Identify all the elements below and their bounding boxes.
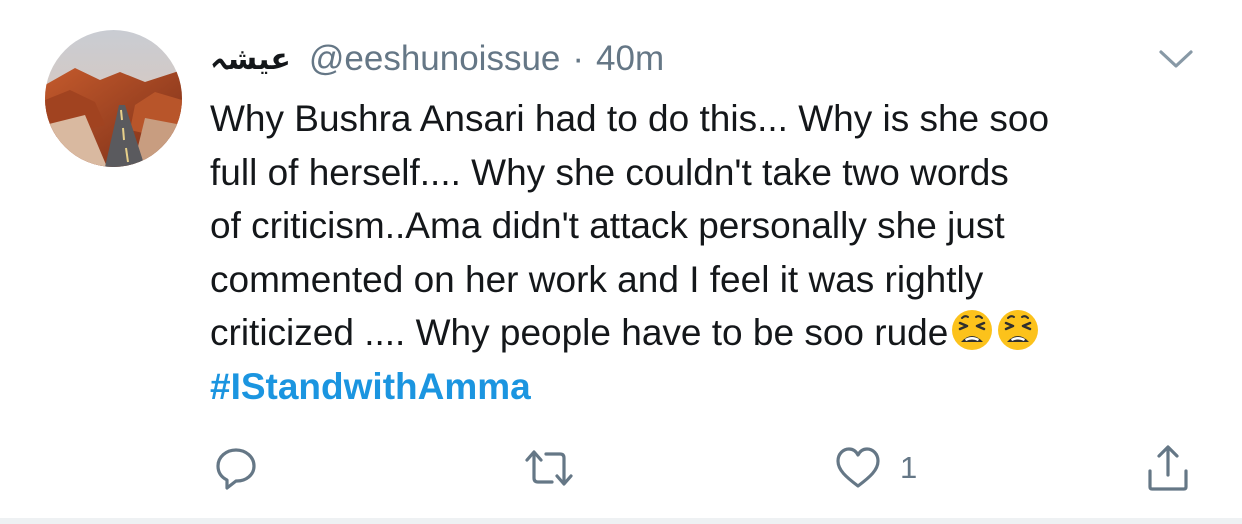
tweet-text-line: of criticism..Ama didn't attack personal… (210, 205, 1005, 246)
weary-face-emoji (952, 310, 993, 350)
weary-face-emoji (998, 310, 1039, 350)
hashtag-link[interactable]: #IStandwithAmma (210, 360, 1210, 414)
chevron-down-icon[interactable] (1156, 46, 1196, 72)
user-handle[interactable]: @eeshunoissue (309, 39, 561, 79)
separator-dot: · (572, 39, 585, 78)
like-button[interactable]: 1 (834, 440, 917, 496)
display-name[interactable]: عیشہ (210, 42, 291, 77)
tweet-text: Why Bushra Ansari had to do this... Why … (210, 92, 1210, 413)
reply-button[interactable] (212, 440, 260, 496)
tweet-text-line: full of herself.... Why she couldn't tak… (210, 151, 1009, 193)
tweet-header: عیشہ @eeshunoissue · 40m (210, 34, 664, 84)
tweet-actions: 1 (0, 440, 1242, 496)
tweet-text-line: Why Bushra Ansari had to do this... Why … (210, 98, 1050, 139)
like-count: 1 (900, 450, 918, 485)
avatar[interactable] (45, 30, 182, 167)
tweet-text-line: commented on her work and I feel it was … (210, 258, 984, 300)
tweet-text-line: criticized .... Why people have to be so… (210, 312, 949, 353)
tweet[interactable]: عیشہ @eeshunoissue · 40m Why Bushra Ansa… (0, 0, 1242, 524)
heart-icon (836, 447, 880, 488)
share-icon (1148, 445, 1188, 491)
reply-icon (216, 448, 256, 490)
tweet-text-line-with-emoji: criticized .... Why people have to be so… (210, 306, 1210, 360)
divider (0, 518, 1242, 524)
retweet-icon (525, 450, 573, 486)
timestamp[interactable]: 40m (596, 39, 664, 79)
share-button[interactable] (1144, 440, 1192, 496)
retweet-button[interactable] (522, 440, 576, 496)
